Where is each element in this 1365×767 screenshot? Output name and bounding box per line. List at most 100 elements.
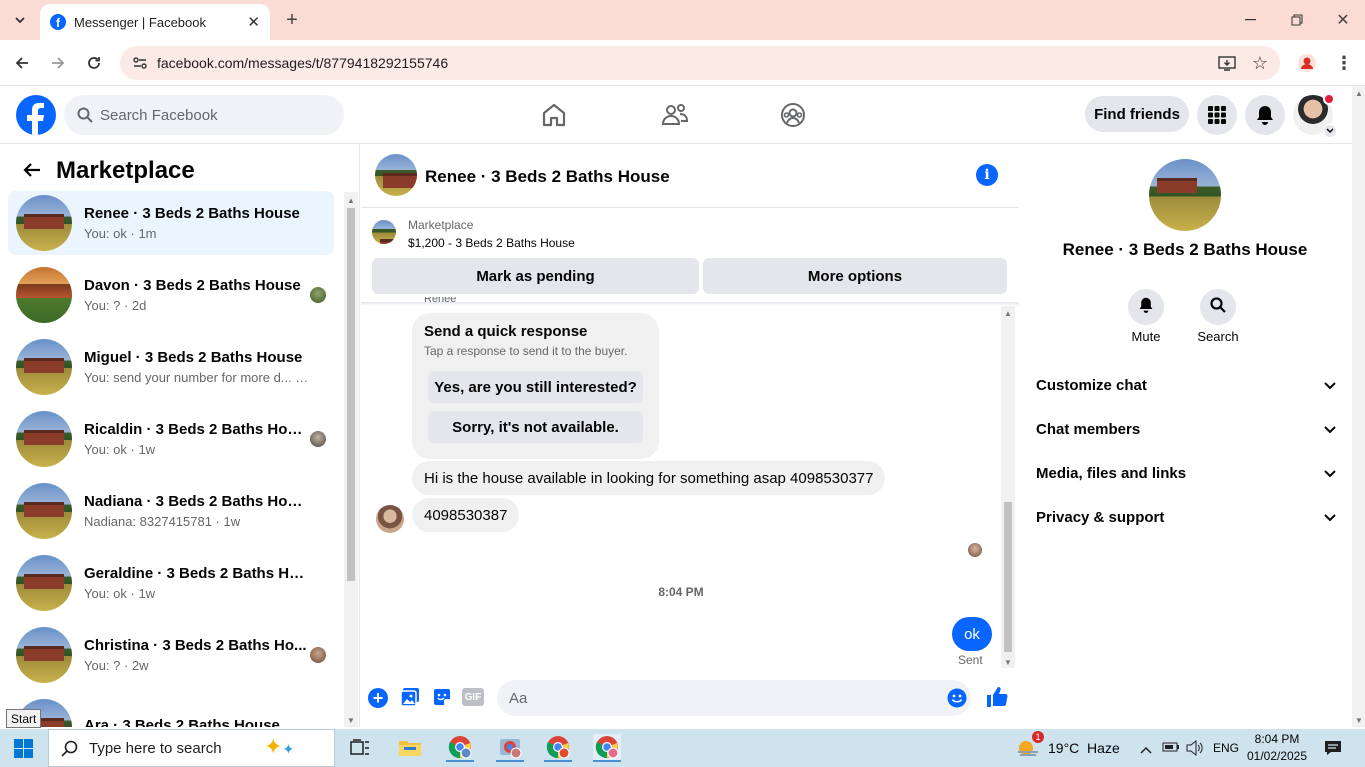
- page-scrollbar[interactable]: ▲ ▼: [1352, 86, 1365, 727]
- customize-chat-section[interactable]: Customize chat: [1036, 365, 1336, 405]
- chrome-taskbar-icon[interactable]: [446, 734, 474, 762]
- conversation-item[interactable]: Geraldine · 3 Beds 2 Baths House You: ok …: [8, 551, 334, 615]
- scrollbar-thumb[interactable]: [347, 208, 355, 581]
- clock-date[interactable]: 01/02/2025: [1246, 749, 1308, 763]
- quick-response-sorry-button[interactable]: Sorry, it's not available.: [428, 411, 643, 443]
- scrollbar-thumb[interactable]: [1004, 502, 1012, 652]
- chevron-down-icon: [1324, 377, 1336, 394]
- incoming-message[interactable]: Hi is the house available in looking for…: [412, 461, 886, 495]
- windows-start-icon[interactable]: [14, 739, 34, 764]
- browser-menu-icon[interactable]: ⋮: [1330, 49, 1358, 77]
- chrome-app-taskbar-icon[interactable]: [496, 734, 524, 762]
- scroll-down-arrow-icon[interactable]: ▼: [1355, 716, 1363, 725]
- address-bar[interactable]: facebook.com/messages/t/8779418292155746…: [120, 46, 1280, 80]
- file-explorer-icon[interactable]: [396, 734, 424, 762]
- forward-arrow-icon[interactable]: [44, 49, 72, 77]
- scroll-up-arrow-icon[interactable]: ▲: [1004, 309, 1012, 318]
- new-tab-plus-icon[interactable]: +: [278, 6, 306, 34]
- account-avatar[interactable]: [1293, 93, 1337, 138]
- chat-members-section[interactable]: Chat members: [1036, 409, 1336, 449]
- sticker-icon[interactable]: [432, 687, 452, 712]
- minimize-icon[interactable]: [1237, 6, 1265, 34]
- conversation-item[interactable]: Renee · 3 Beds 2 Baths House You: ok · 1m: [8, 191, 334, 255]
- bookmark-star-icon[interactable]: ☆: [1252, 53, 1268, 74]
- language-indicator[interactable]: ENG: [1213, 741, 1239, 755]
- site-info-icon[interactable]: [132, 55, 148, 74]
- reload-icon[interactable]: [80, 49, 108, 77]
- conversation-list-scrollbar[interactable]: ▲ ▼: [344, 192, 358, 727]
- conversation-item[interactable]: Davon · 3 Beds 2 Baths House You: ? · 2d: [8, 263, 334, 327]
- chat-avatar[interactable]: [375, 154, 417, 196]
- message-composer-input[interactable]: Aa: [497, 680, 971, 716]
- tab-close-icon[interactable]: ✕: [247, 13, 260, 31]
- search-label: Search: [1197, 329, 1239, 344]
- facebook-logo[interactable]: [16, 95, 56, 135]
- volume-icon[interactable]: [1186, 739, 1204, 761]
- chat-header: Renee · 3 Beds 2 Baths House i: [361, 144, 1019, 208]
- conversation-item[interactable]: Christina · 3 Beds 2 Baths Ho... You: ? ·…: [8, 623, 334, 687]
- notifications-bell-icon[interactable]: [1245, 95, 1285, 135]
- listing-title[interactable]: $1,200 - 3 Beds 2 Baths House: [408, 236, 575, 250]
- scroll-up-arrow-icon[interactable]: ▲: [1355, 89, 1363, 98]
- attach-photo-icon[interactable]: [400, 687, 420, 712]
- more-options-button[interactable]: More options: [703, 258, 1007, 294]
- battery-icon[interactable]: [1162, 740, 1180, 759]
- sender-avatar[interactable]: [376, 505, 404, 533]
- incoming-message[interactable]: 4098530387: [412, 498, 520, 532]
- search-facebook-input[interactable]: Search Facebook: [64, 95, 344, 135]
- message-timestamp: 8:04 PM: [658, 585, 704, 599]
- like-thumbs-up-icon[interactable]: [985, 685, 1009, 714]
- conversation-item[interactable]: Ricaldin · 3 Beds 2 Baths House You: ok ·…: [8, 407, 334, 471]
- restore-icon[interactable]: [1283, 6, 1311, 34]
- clock-time[interactable]: 8:04 PM: [1246, 732, 1308, 746]
- friends-nav-icon[interactable]: [661, 102, 689, 133]
- privacy-support-section[interactable]: Privacy & support: [1036, 497, 1336, 537]
- profile-icon[interactable]: [1293, 49, 1321, 77]
- task-view-icon[interactable]: [346, 734, 374, 762]
- window-close-icon[interactable]: ✕: [1329, 6, 1357, 34]
- emoji-icon[interactable]: [947, 688, 967, 712]
- browser-tab-messenger[interactable]: f Messenger | Facebook ✕: [40, 4, 270, 40]
- outgoing-message[interactable]: ok: [952, 617, 992, 651]
- conversation-item[interactable]: Nadiana · 3 Beds 2 Baths House Nadiana: 8…: [8, 479, 334, 543]
- show-hidden-icons-chevron-icon[interactable]: [1140, 741, 1152, 759]
- conversation-item[interactable]: Miguel · 3 Beds 2 Baths House You: send y…: [8, 335, 334, 399]
- weather-text[interactable]: 19°C Haze: [1048, 740, 1120, 756]
- profile-avatar[interactable]: [1149, 159, 1221, 231]
- search-conversation-button[interactable]: [1200, 289, 1236, 325]
- listing-thumbnail[interactable]: [372, 220, 396, 244]
- more-actions-plus-icon[interactable]: +: [368, 688, 388, 708]
- groups-nav-icon[interactable]: [780, 102, 806, 133]
- tab-search-chevron-icon[interactable]: [6, 6, 34, 34]
- back-arrow-icon[interactable]: [22, 162, 42, 183]
- chrome-profile-taskbar-icon[interactable]: [544, 734, 572, 762]
- mute-button[interactable]: [1128, 289, 1164, 325]
- taskbar-search-box[interactable]: Type here to search ✦✦: [48, 729, 335, 767]
- quick-response-subtitle: Tap a response to send it to the buyer.: [424, 344, 628, 358]
- account-chevron-icon: [1323, 124, 1337, 138]
- marketplace-title: Marketplace: [56, 157, 195, 184]
- start-tooltip: Start: [6, 709, 42, 728]
- notification-center-icon[interactable]: [1324, 740, 1342, 761]
- listing-avatar: [16, 267, 72, 323]
- mark-as-pending-button[interactable]: Mark as pending: [372, 258, 699, 294]
- scroll-down-arrow-icon[interactable]: ▼: [347, 716, 355, 725]
- media-files-links-section[interactable]: Media, files and links: [1036, 453, 1336, 493]
- conversation-item[interactable]: Ara · 3 Beds 2 Baths House: [8, 695, 334, 727]
- weather-icon[interactable]: 1: [1016, 731, 1044, 759]
- menu-grid-icon[interactable]: [1197, 95, 1237, 135]
- chrome-active-taskbar-icon[interactable]: [593, 734, 621, 762]
- back-arrow-icon[interactable]: [8, 49, 36, 77]
- scroll-up-arrow-icon[interactable]: ▲: [347, 196, 355, 205]
- find-friends-button[interactable]: Find friends: [1085, 96, 1189, 132]
- read-receipt-avatar: [310, 431, 326, 447]
- chat-title[interactable]: Renee · 3 Beds 2 Baths House: [425, 167, 670, 187]
- info-icon[interactable]: i: [976, 164, 998, 186]
- home-nav-icon[interactable]: [541, 102, 567, 133]
- chat-scrollbar[interactable]: ▲ ▼: [1001, 306, 1015, 668]
- install-app-icon[interactable]: [1218, 54, 1236, 75]
- quick-response-yes-button[interactable]: Yes, are you still interested?: [428, 371, 643, 403]
- bell-icon: [1138, 297, 1154, 318]
- scroll-down-arrow-icon[interactable]: ▼: [1004, 658, 1012, 667]
- gif-icon[interactable]: GIF: [462, 688, 484, 706]
